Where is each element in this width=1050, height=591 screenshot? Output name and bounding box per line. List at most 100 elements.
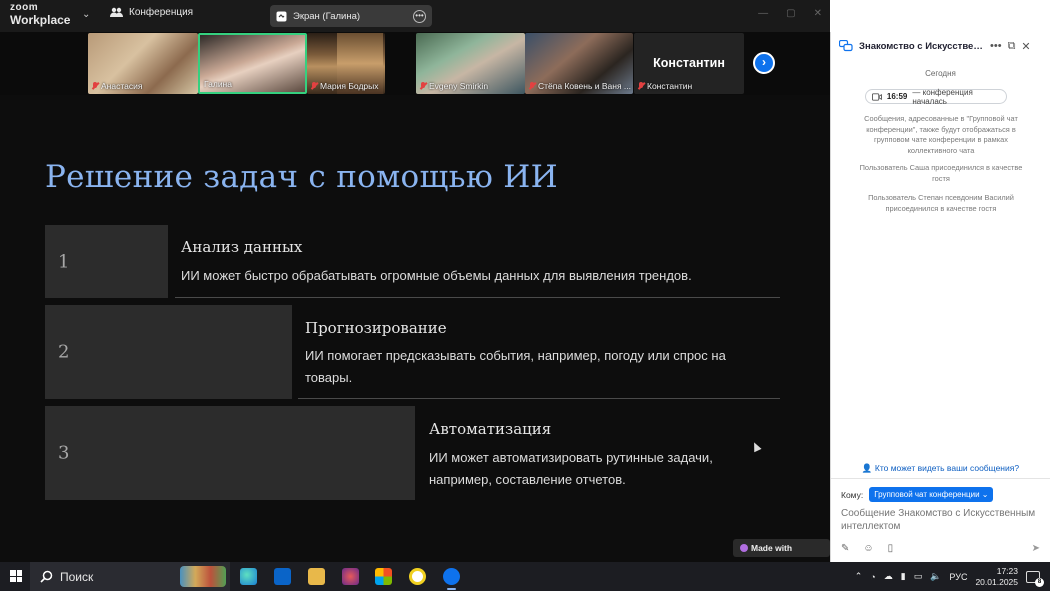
close-icon[interactable]: ✕ xyxy=(1021,40,1030,53)
made-with-gamma-badge[interactable]: Made with Gamma xyxy=(733,539,830,571)
row-number: 1 xyxy=(58,251,70,272)
participant-tile[interactable]: Evgeny Smirkin xyxy=(416,33,525,94)
taskbar-search[interactable]: Поиск xyxy=(30,562,230,591)
close-window-icon[interactable]: ✕ xyxy=(814,8,822,19)
participant-tile[interactable]: Мария Бодрых xyxy=(307,33,385,94)
system-tray: ⌃ ◔ ☁ ▮ ▭ 🔈 РУС 17:23 20.01.2025 8 xyxy=(855,562,1044,591)
row-text: ИИ может быстро обрабатывать огромные об… xyxy=(181,268,692,283)
windows-taskbar: Поиск ⌃ ◔ ☁ ▮ ▭ 🔈 РУС 17:23 20.01.2025 8 xyxy=(0,562,1050,591)
participant-name: Анастасия xyxy=(101,81,143,91)
cloud-icon[interactable]: ☁ xyxy=(884,571,893,582)
who-can-see-link[interactable]: 👤 Кто может видеть ваши сообщения? xyxy=(831,463,1050,474)
emoji-icon[interactable]: ☺ xyxy=(863,543,873,554)
participant-tile-active-speaker[interactable]: Галина xyxy=(198,33,307,94)
more-options-icon[interactable]: ••• xyxy=(413,9,426,23)
mic-muted-icon xyxy=(92,82,98,90)
title-bar: zoom Workplace ⌄ Конференция Экран (Гали… xyxy=(0,0,830,32)
maximize-icon[interactable]: ▢ xyxy=(786,8,795,19)
chevron-down-icon: ⌄ xyxy=(981,490,989,499)
lock-person-icon: 👤 xyxy=(861,463,873,473)
microsoft-store-icon[interactable] xyxy=(375,568,392,585)
system-message: Пользователь Степан псевдоним Василий пр… xyxy=(868,193,1014,213)
chat-toolbar: ✎ ☺ ▯ xyxy=(841,543,893,554)
chat-panel: Знакомство с Искусственным интеллектом •… xyxy=(830,32,1050,562)
meeting-start-notice: 16:59 — конференция началась xyxy=(865,87,1007,106)
microphone-icon[interactable]: ▮ xyxy=(901,571,906,582)
brand-top: zoom xyxy=(10,2,39,13)
search-icon xyxy=(40,570,53,583)
system-message: Пользователь Саша присоединился в качест… xyxy=(859,163,1023,183)
network-icon[interactable]: ◔ xyxy=(870,572,875,582)
chat-bubbles-icon xyxy=(839,40,853,52)
meeting-menu-button[interactable]: Конференция xyxy=(110,7,193,18)
chevron-up-icon[interactable]: ⌃ xyxy=(855,571,863,582)
file-attach-icon[interactable]: ▯ xyxy=(888,543,894,554)
zoom-logo: zoom Workplace xyxy=(10,2,71,27)
recipient-value: Групповой чат конференции xyxy=(874,490,980,499)
minimize-icon[interactable]: — xyxy=(758,8,768,19)
row-heading: Прогнозирование xyxy=(305,319,447,337)
people-icon xyxy=(110,7,123,17)
windows-start-icon[interactable] xyxy=(10,570,22,582)
screen-share-indicator[interactable]: Экран (Галина) ••• xyxy=(270,5,432,27)
brand-bottom: Workplace xyxy=(10,13,71,27)
row-number: 2 xyxy=(58,341,70,363)
app-icon[interactable] xyxy=(342,568,359,585)
message-input[interactable] xyxy=(841,507,1041,533)
screen-share-icon xyxy=(276,11,287,21)
participant-name: Мария Бодрых xyxy=(320,81,379,91)
row-number-box: 2 xyxy=(45,305,292,399)
notification-icon[interactable]: 8 xyxy=(1026,570,1044,587)
row-text: ИИ помогает предсказывать события, напри… xyxy=(305,348,726,385)
divider xyxy=(831,478,1050,479)
participant-avatar-name: Константин xyxy=(653,56,725,70)
speaker-icon[interactable]: 🔈 xyxy=(930,571,941,582)
outlook-icon[interactable] xyxy=(274,568,291,585)
clock[interactable]: 17:23 20.01.2025 xyxy=(975,566,1018,588)
mic-muted-icon xyxy=(420,82,426,90)
mic-muted-icon xyxy=(638,82,644,90)
date: 20.01.2025 xyxy=(975,576,1018,587)
meeting-start-text: — конференция началась xyxy=(912,87,973,106)
row-text: ИИ может автоматизировать рутинные задач… xyxy=(429,450,713,487)
divider xyxy=(298,398,780,399)
chat-title: Знакомство с Искусственным интеллектом xyxy=(859,40,984,52)
search-label: Поиск xyxy=(60,569,94,584)
row-number-box: 3 xyxy=(45,406,415,500)
format-text-icon[interactable]: ✎ xyxy=(841,543,849,554)
shared-slide: Решение задач с помощью ИИ 1 Анализ данн… xyxy=(0,95,830,571)
video-strip: Анастасия Галина Мария Бодрых Evgeny Smi… xyxy=(0,32,830,95)
row-number: 3 xyxy=(58,442,70,464)
date-separator: Сегодня xyxy=(925,69,956,78)
participant-name: Стёпа Ковень и Ваня ... xyxy=(538,81,632,91)
zoom-window: zoom Workplace ⌄ Конференция Экран (Гали… xyxy=(0,0,1050,591)
participant-name: Константин xyxy=(647,81,693,91)
mic-muted-icon xyxy=(529,82,535,90)
next-page-arrow-icon[interactable]: › xyxy=(753,52,775,74)
file-explorer-icon[interactable] xyxy=(308,568,325,585)
more-options-icon[interactable]: ••• xyxy=(990,40,1002,52)
yandex-browser-icon[interactable] xyxy=(409,568,426,585)
participant-name: Галина xyxy=(204,79,232,89)
recipient-row: Кому: Групповой чат конференции ⌄ xyxy=(841,487,994,502)
battery-icon[interactable]: ▭ xyxy=(914,571,923,582)
meeting-start-time: 16:59 xyxy=(886,92,908,101)
share-label: Экран (Галина) xyxy=(293,10,361,22)
time: 17:23 xyxy=(996,565,1018,576)
row-heading: Анализ данных xyxy=(181,238,303,256)
recipient-label: Кому: xyxy=(841,489,864,500)
zoom-app-icon[interactable] xyxy=(443,568,460,590)
send-icon[interactable]: ➤ xyxy=(1032,543,1040,554)
recipient-dropdown[interactable]: Групповой чат конференции ⌄ xyxy=(869,487,994,502)
chevron-down-icon[interactable]: ⌄ xyxy=(82,9,90,20)
edge-browser-icon[interactable] xyxy=(240,568,257,585)
keyboard-language[interactable]: РУС xyxy=(949,572,967,582)
participant-tile[interactable]: Анастасия xyxy=(88,33,198,94)
who-can-see-label: Кто может видеть ваши сообщения? xyxy=(874,463,1020,473)
video-camera-icon xyxy=(872,92,882,101)
participant-tile[interactable]: Константин Константин xyxy=(634,33,744,94)
participant-tile[interactable]: Стёпа Ковень и Ваня ... xyxy=(525,33,633,94)
notification-count: 8 xyxy=(1035,577,1044,587)
window-controls: — ▢ ✕ xyxy=(758,8,822,19)
pop-out-icon[interactable]: ⧉ xyxy=(1008,40,1016,53)
